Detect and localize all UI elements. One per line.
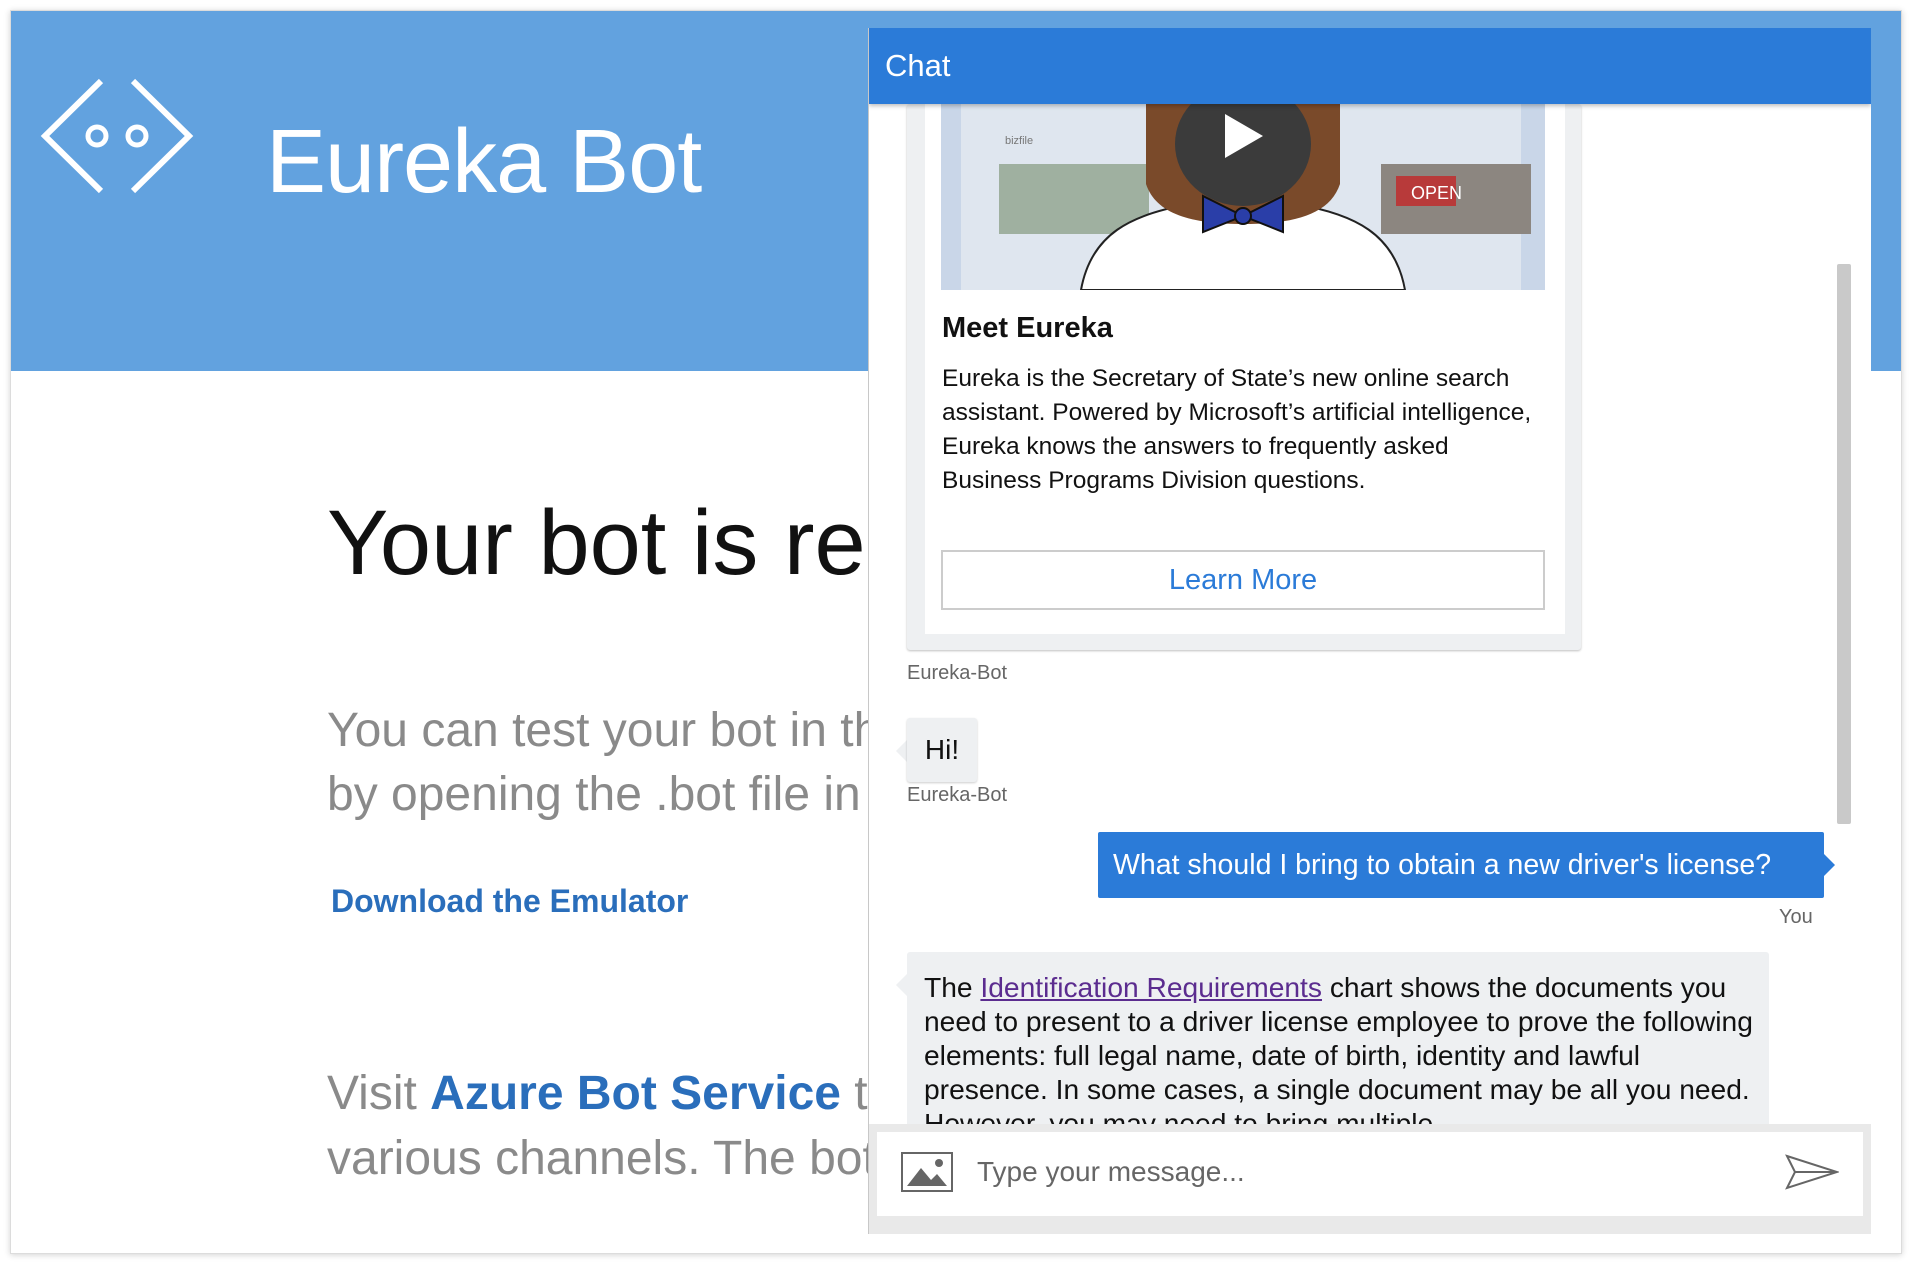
video-thumbnail-art: OPEN bizfile: [941, 104, 1545, 290]
card-text: Eureka is the Secretary of State’s new o…: [942, 365, 1532, 494]
bubble-tail: [1824, 854, 1835, 876]
subtitle-line-2: by opening the .bot file in th: [327, 768, 915, 821]
hero-card: OPEN bizfile Meet Eureka Eureka is the S…: [907, 104, 1581, 650]
chat-input-bar: Type your message...: [869, 1124, 1871, 1234]
image-upload-icon[interactable]: [901, 1152, 953, 1192]
azure-bot-service-link[interactable]: Azure Bot Service: [430, 1067, 841, 1120]
chat-title: Chat: [885, 48, 951, 83]
message-sender-label: You: [1779, 906, 1813, 928]
hero-card-content: OPEN bizfile Meet Eureka Eureka is the S…: [925, 104, 1565, 634]
chat-scrollbar[interactable]: [1837, 264, 1851, 824]
user-message: What should I bring to obtain a new driv…: [1098, 832, 1824, 898]
learn-more-button[interactable]: Learn More: [941, 550, 1545, 610]
video-thumbnail[interactable]: OPEN bizfile: [941, 104, 1545, 290]
card-sender-label: Eureka-Bot: [907, 662, 1008, 684]
send-icon[interactable]: [1785, 1154, 1839, 1190]
visit-text-line-2: various channels. The bot's: [327, 1132, 909, 1185]
bubble-tail: [896, 974, 907, 996]
visit-suffix: t: [840, 1067, 868, 1120]
bot-message-hi: Hi!: [907, 718, 977, 782]
logo-brackets-icon: [40, 78, 194, 194]
chat-panel: Chat OPEN bizfile Meet Eureka Eureka is …: [868, 28, 1871, 1234]
bubble-tail: [896, 740, 907, 762]
brand-title: Eureka Bot: [266, 112, 702, 212]
thumb-sign-text: OPEN: [1411, 183, 1462, 203]
page-headline: Your bot is rea: [327, 492, 917, 594]
message-sender-label: Eureka-Bot: [907, 784, 1008, 806]
chat-header: Chat: [869, 28, 1871, 104]
message-input[interactable]: Type your message...: [977, 1156, 1245, 1188]
subtitle-line-1: You can test your bot in the: [327, 704, 907, 757]
message-prefix: The: [924, 971, 981, 1003]
visit-text: Visit Azure Bot Service t: [327, 1066, 868, 1121]
identification-requirements-link[interactable]: Identification Requirements: [980, 971, 1322, 1003]
download-emulator-link[interactable]: Download the Emulator: [331, 883, 688, 920]
message-input-box: Type your message...: [877, 1132, 1863, 1216]
thumb-small-text: bizfile: [1005, 135, 1033, 147]
visit-prefix: Visit: [327, 1067, 431, 1120]
card-title: Meet Eureka: [942, 312, 1113, 344]
